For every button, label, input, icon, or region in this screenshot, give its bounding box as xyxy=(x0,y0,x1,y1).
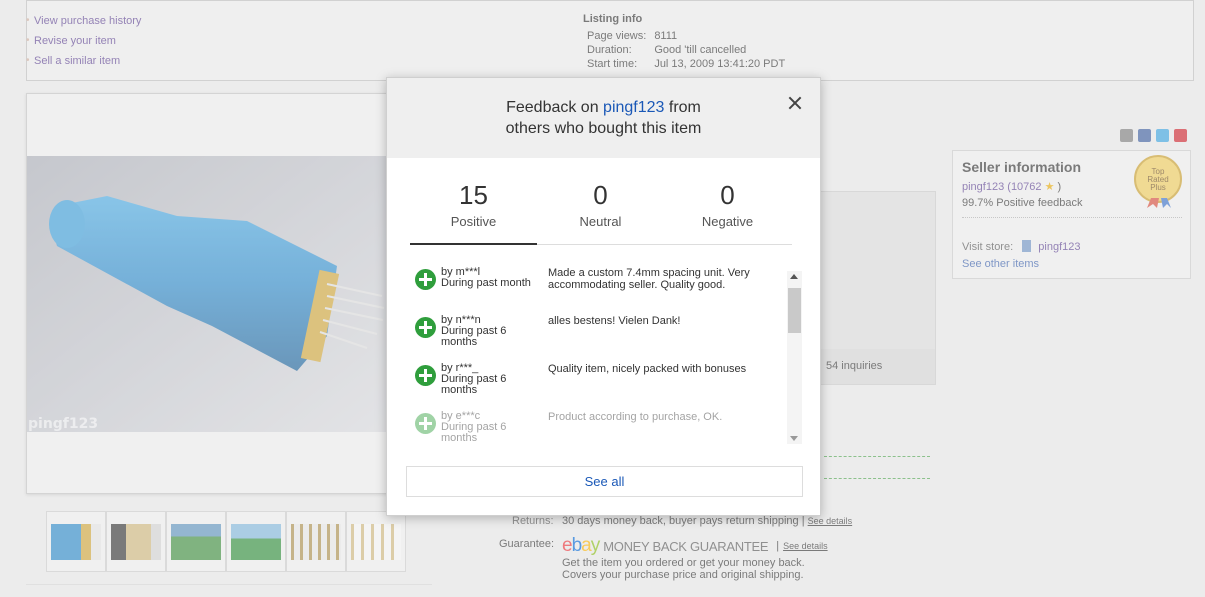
feedback-text: Product according to purchase, OK. xyxy=(548,411,723,423)
modal-header: Feedback on pingf123 from others who bou… xyxy=(387,78,820,158)
neutral-count: 0 xyxy=(593,180,608,210)
feedback-scrollbar[interactable] xyxy=(787,271,802,444)
feedback-modal: Feedback on pingf123 from others who bou… xyxy=(386,77,821,516)
negative-count: 0 xyxy=(720,180,735,210)
positive-plus-icon xyxy=(415,317,436,338)
see-all-button[interactable]: See all xyxy=(406,466,803,497)
positive-plus-icon xyxy=(415,269,436,290)
seller-link[interactable]: pingf123 xyxy=(603,99,664,116)
neutral-label: Neutral xyxy=(579,214,622,229)
feedback-author: by m***l During past month xyxy=(441,267,531,289)
feedback-author: by e***c During past 6 months xyxy=(441,410,507,444)
positive-plus-icon xyxy=(415,413,436,434)
scroll-up-icon[interactable] xyxy=(790,274,798,279)
list-item: by r***_ During past 6 months Quality ite… xyxy=(411,363,777,411)
tab-negative[interactable]: 0 Negative xyxy=(664,180,791,244)
tab-positive[interactable]: 15 Positive xyxy=(410,180,537,245)
tab-neutral[interactable]: 0 Neutral xyxy=(537,180,664,244)
list-item: by e***c During past 6 months Product acc… xyxy=(411,411,777,445)
negative-label: Negative xyxy=(701,214,754,229)
feedback-text: Made a custom 7.4mm spacing unit. Very a… xyxy=(548,267,750,291)
feedback-rating-tabs: 15 Positive 0 Neutral 0 Negative xyxy=(410,180,792,245)
feedback-list: by m***l During past month Made a custom … xyxy=(411,267,777,445)
list-item: by m***l During past month Made a custom … xyxy=(411,267,777,315)
feedback-text: Quality item, nicely packed with bonuses xyxy=(548,363,747,375)
scroll-thumb[interactable] xyxy=(788,288,801,333)
list-item: by n***n During past 6 months alles beste… xyxy=(411,315,777,363)
feedback-author: by r***_ During past 6 months xyxy=(441,362,507,396)
feedback-text: alles bestens! Vielen Dank! xyxy=(548,315,681,327)
positive-count: 15 xyxy=(459,180,488,210)
positive-label: Positive xyxy=(450,214,497,229)
modal-title: Feedback on pingf123 from xyxy=(506,99,701,116)
modal-title-line2: others who bought this item xyxy=(505,120,702,137)
positive-plus-icon xyxy=(415,365,436,386)
feedback-author: by n***n During past 6 months xyxy=(441,314,507,348)
scroll-down-icon[interactable] xyxy=(790,436,798,441)
close-icon[interactable] xyxy=(788,96,802,110)
